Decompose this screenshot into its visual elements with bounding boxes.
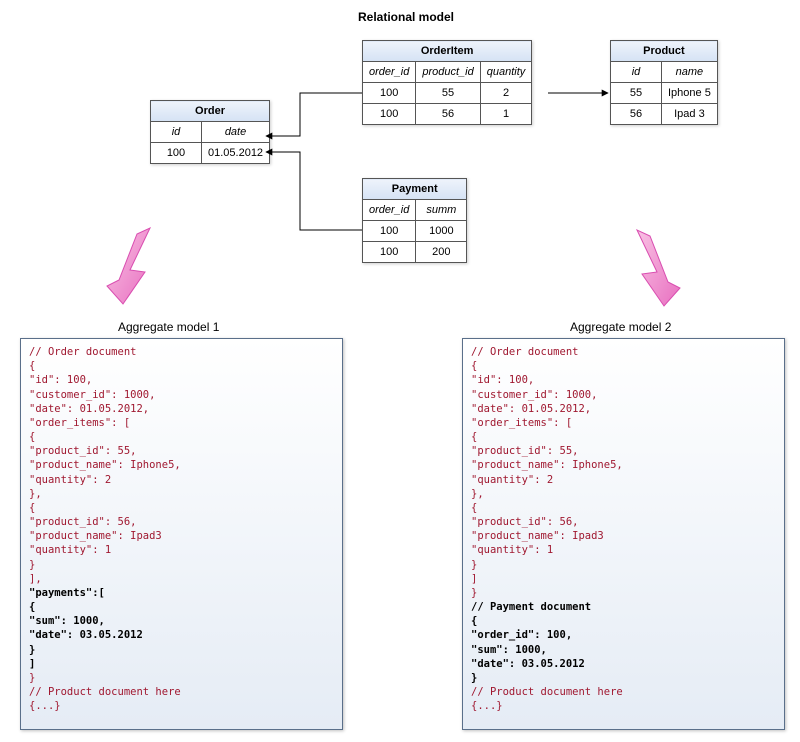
code-line: { [471,359,776,373]
table-orderitem-header: OrderItem [363,41,532,62]
code-line: "product_id": 56, [29,515,334,529]
code-line: { [29,359,334,373]
code-line: }, [29,487,334,501]
code-line: "order_items": [ [471,416,776,430]
code-line: { [471,614,776,628]
title-aggregate-2: Aggregate model 2 [570,320,671,334]
code-line: } [471,671,776,685]
code-line: { [29,501,334,515]
table-payment-header: Payment [363,179,467,200]
code-line: "quantity": 1 [29,543,334,557]
title-aggregate-1: Aggregate model 1 [118,320,219,334]
table-product-header: Product [611,41,718,62]
code-line: "sum": 1000, [471,643,776,657]
code-line: "order_id": 100, [471,628,776,642]
code-line: "date": 01.05.2012, [29,402,334,416]
code-line: } [471,586,776,600]
code-line: // Product document here [471,685,776,699]
table-orderitem: OrderItem order_idproduct_idquantity 100… [362,40,532,125]
code-line: "quantity": 2 [29,473,334,487]
code-line: } [29,671,334,685]
code-line: { [471,430,776,444]
code-line: { [29,430,334,444]
code-line: "product_name": Iphone5, [29,458,334,472]
big-arrow-left-icon [105,220,175,310]
code-line: "product_name": Ipad3 [471,529,776,543]
code-line: {...} [29,699,334,713]
code-line: ], [29,572,334,586]
code-line: "id": 100, [471,373,776,387]
aggregate-model-1-box: // Order document{"id": 100,"customer_id… [20,338,343,730]
code-line: "product_name": Iphone5, [471,458,776,472]
code-line: "product_id": 55, [471,444,776,458]
code-line: // Product document here [29,685,334,699]
code-line: } [29,558,334,572]
code-line: "order_items": [ [29,416,334,430]
code-line: ] [29,657,334,671]
code-line: "product_name": Ipad3 [29,529,334,543]
code-line: "id": 100, [29,373,334,387]
code-line: "date": 03.05.2012 [29,628,334,642]
code-line: {...} [471,699,776,713]
code-line: } [471,558,776,572]
code-line: "payments":[ [29,586,334,600]
arrow-payment-to-order [266,152,362,230]
big-arrow-right-icon [612,222,682,312]
code-line: "customer_id": 1000, [471,388,776,402]
table-product: Product idname 55Iphone 5 56Ipad 3 [610,40,718,125]
code-line: } [29,643,334,657]
table-payment: Payment order_idsumm 1001000 100200 [362,178,467,263]
code-line: "quantity": 2 [471,473,776,487]
code-line: "quantity": 1 [471,543,776,557]
code-line: "date": 03.05.2012 [471,657,776,671]
code-line: { [471,501,776,515]
code-line: // Order document [29,345,334,359]
code-line: { [29,600,334,614]
code-line: "customer_id": 1000, [29,388,334,402]
table-order-header: Order [151,101,270,122]
arrow-orderitem-to-order [266,93,362,136]
aggregate-model-2-box: // Order document{"id": 100,"customer_id… [462,338,785,730]
code-line: "product_id": 56, [471,515,776,529]
code-line: "date": 01.05.2012, [471,402,776,416]
code-line: ] [471,572,776,586]
code-line: // Payment document [471,600,776,614]
code-line: "product_id": 55, [29,444,334,458]
code-line: // Order document [471,345,776,359]
code-line: "sum": 1000, [29,614,334,628]
title-relational-model: Relational model [358,10,454,24]
code-line: }, [471,487,776,501]
table-order: Order iddate 10001.05.2012 [150,100,270,164]
